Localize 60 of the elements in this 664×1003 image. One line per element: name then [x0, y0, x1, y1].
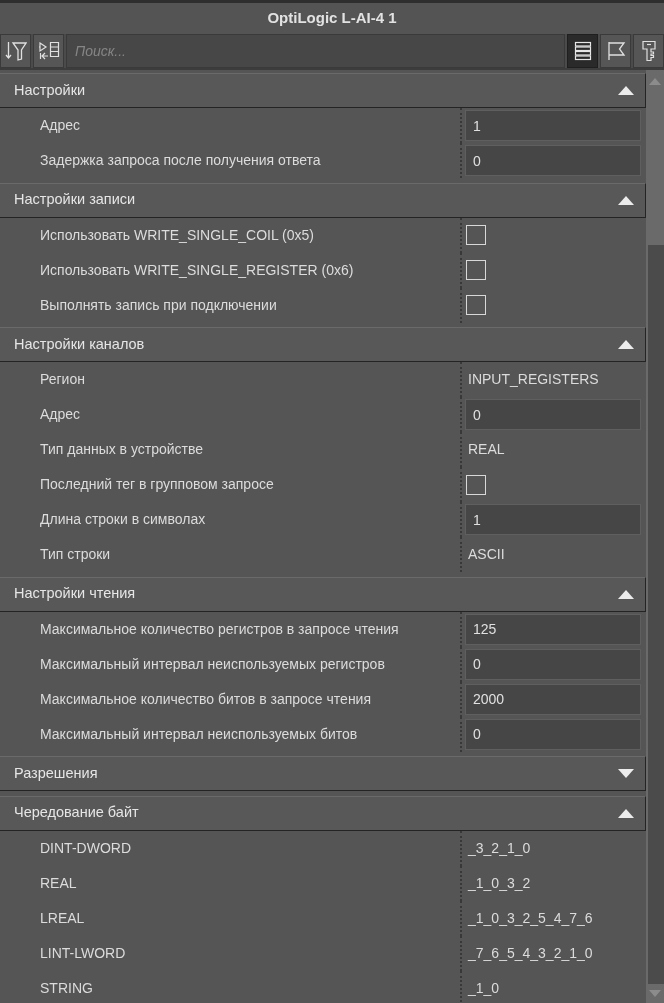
input-field[interactable]: 1 [465, 110, 641, 141]
property-value: _1_0_3_2_5_4_7_6 [468, 908, 593, 928]
property-label: Задержка запроса после получения ответа [40, 151, 321, 170]
checkbox[interactable] [466, 474, 486, 495]
section-header[interactable]: Разрешения [0, 756, 646, 791]
key-icon [640, 40, 657, 62]
search-field[interactable]: Поиск... [66, 34, 565, 68]
section-header[interactable]: Настройки чтения [0, 576, 646, 612]
flag-icon [605, 41, 626, 61]
property-label: Выполнять запись при подключении [40, 295, 277, 315]
input-field[interactable]: 1 [465, 504, 641, 535]
property-label: Максимальный интервал неиспользуемых битов [40, 724, 358, 744]
property-value: _3_2_1_0 [468, 838, 531, 858]
property-value: _1_0_3_2 [468, 873, 531, 893]
property-label: Максимальное количество битов в запросе чтения [40, 689, 371, 709]
property-label: Тип данных в устройстве [40, 440, 204, 459]
section-header[interactable]: Чередование байт [0, 795, 646, 831]
list-icon [573, 41, 592, 61]
checkbox[interactable] [466, 260, 486, 280]
property-label: DINT-DWORD [40, 838, 131, 858]
property-label: Длина строки в символах [40, 510, 206, 529]
property-value: INPUT_REGISTERS [468, 370, 599, 389]
funnel-icon [4, 41, 27, 61]
property-label: Адрес [40, 405, 81, 424]
section-header[interactable]: Настройки [0, 73, 646, 108]
property-label: REAL [40, 873, 77, 893]
property-value: _1_0 [468, 978, 500, 998]
property-label: Регион [40, 370, 85, 389]
expand-collapse-button[interactable] [33, 34, 64, 68]
list-view-button[interactable] [567, 34, 598, 68]
property-label: LINT-LWORD [40, 943, 126, 963]
property-value: _7_6_5_4_3_2_1_0 [468, 943, 593, 963]
property-label: Последний тег в групповом запросе [40, 475, 274, 494]
arrows-list-icon [37, 41, 60, 61]
property-label: Максимальный интервал неиспользуемых регистров [40, 654, 385, 674]
input-field[interactable]: 0 [465, 648, 641, 680]
property-label: Использовать WRITE_SINGLE_REGISTER (0x6) [40, 260, 354, 280]
property-label: Тип строки [40, 545, 111, 564]
input-field[interactable]: 0 [465, 718, 641, 750]
checkbox[interactable] [466, 295, 486, 315]
property-label: Использовать WRITE_SINGLE_COIL (0x5) [40, 225, 314, 245]
checkbox[interactable] [466, 225, 486, 245]
scrollbar-track[interactable] [646, 70, 664, 1003]
input-field[interactable]: 0 [465, 145, 641, 176]
property-label: STRING [40, 978, 93, 998]
property-label: Адрес [40, 116, 81, 135]
scrollbar-thumb[interactable] [648, 245, 664, 984]
property-value: REAL [468, 440, 505, 459]
input-field[interactable]: 2000 [465, 683, 641, 715]
input-field[interactable]: 0 [465, 399, 641, 430]
section-header[interactable]: Настройки записи [0, 182, 646, 218]
input-field[interactable]: 125 [465, 613, 641, 645]
flag-button[interactable] [600, 34, 631, 68]
property-label: LREAL [40, 908, 85, 928]
section-header[interactable]: Настройки каналов [0, 327, 646, 362]
key-button[interactable] [633, 34, 664, 68]
sort-filter-button[interactable] [0, 34, 31, 68]
window-title: OptiLogic L-AI-4 1 [267, 8, 397, 29]
property-label: Максимальное количество регистров в запросе чтения [40, 619, 399, 639]
property-value: ASCII [468, 545, 505, 564]
